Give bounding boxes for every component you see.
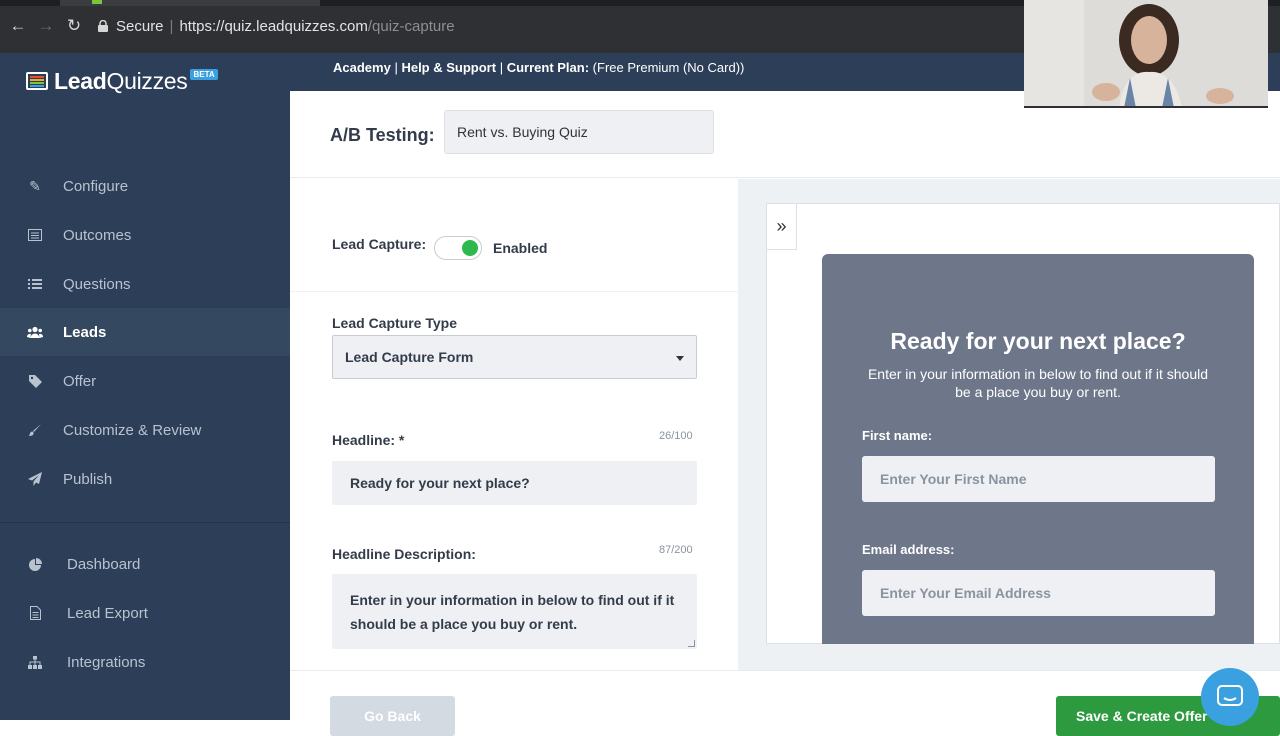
sidebar-item-publish[interactable]: Publish xyxy=(0,455,290,503)
sidebar-item-label: Leads xyxy=(63,323,107,341)
lead-capture-settings: Lead Capture: Enabled Lead Capture Type … xyxy=(290,179,738,670)
sidebar-item-customize-review[interactable]: Customize & Review xyxy=(0,406,290,454)
tab-favicon-icon xyxy=(92,0,102,4)
ab-testing-select[interactable]: Rent vs. Buying Quiz xyxy=(444,110,714,154)
preview-email-input[interactable]: Enter Your Email Address xyxy=(862,570,1215,616)
preview-first-name-input[interactable]: Enter Your First Name xyxy=(862,456,1215,502)
sidebar-item-lead-export[interactable]: Lead Export xyxy=(0,589,290,637)
tag-icon xyxy=(27,373,43,389)
sidebar-item-label: Customize & Review xyxy=(63,421,202,439)
current-plan-value[interactable]: (Free Premium (No Card)) xyxy=(593,60,745,75)
preview-title: Ready for your next place? xyxy=(890,328,1186,354)
lead-capture-type-label: Lead Capture Type xyxy=(332,315,457,331)
current-plan-label: Current Plan: xyxy=(506,60,590,75)
preview-first-name-label: First name: xyxy=(862,428,933,443)
presenter-video-frame xyxy=(1024,0,1268,106)
users-icon xyxy=(27,324,43,340)
headline-input[interactable]: Ready for your next place? xyxy=(332,461,697,505)
sitemap-icon xyxy=(27,654,43,670)
leadquizzes-logo[interactable]: LeadQuizzes BETA xyxy=(26,68,218,94)
toggle-knob xyxy=(462,240,478,256)
address-bar[interactable]: Secure | https://quiz.leadquizzes.com/quiz… xyxy=(98,14,1028,40)
preview-frame: » Ready for your next place? Enter in yo… xyxy=(766,203,1280,644)
lead-capture-type-value: Lead Capture Form xyxy=(345,349,474,365)
url-path: /quiz-capture xyxy=(367,18,455,35)
headline-char-counter: 26/100 xyxy=(659,430,693,442)
sidebar-divider xyxy=(0,522,290,523)
sidebar-item-questions[interactable]: Questions xyxy=(0,260,290,308)
sidebar: LeadQuizzes BETA ✎ Configure Outcomes Qu… xyxy=(0,53,290,720)
sidebar-item-label: Integrations xyxy=(67,653,146,671)
main-content: A/B Testing: Rent vs. Buying Quiz Lead C… xyxy=(290,91,1280,736)
secure-label: Secure xyxy=(116,18,164,35)
logo-text: LeadQuizzes xyxy=(54,67,188,94)
preview-panel: » Ready for your next place? Enter in yo… xyxy=(738,179,1280,670)
sidebar-item-dashboard[interactable]: Dashboard xyxy=(0,540,290,588)
headline-description-value: Enter in your information in below to fi… xyxy=(350,592,675,632)
lead-capture-type-select[interactable]: Lead Capture Form xyxy=(332,335,697,379)
webcam-video-overlay xyxy=(1024,0,1268,108)
sidebar-item-label: Configure xyxy=(63,177,129,195)
reload-icon[interactable]: ↻ xyxy=(64,16,84,36)
headline-description-label: Headline Description: xyxy=(332,546,476,562)
forward-arrow-icon[interactable]: → xyxy=(36,16,56,36)
sidebar-item-label: Dashboard xyxy=(67,555,141,573)
url-host: https://quiz.leadquizzes.com xyxy=(179,18,368,35)
go-back-button[interactable]: Go Back xyxy=(330,696,455,736)
address-separator: | xyxy=(169,18,174,35)
back-arrow-icon[interactable]: ← xyxy=(8,16,28,36)
sidebar-item-integrations[interactable]: Integrations xyxy=(0,638,290,686)
topbar-separator: | xyxy=(499,60,504,75)
resize-grip-icon[interactable] xyxy=(688,640,695,647)
lead-capture-toggle-row: Lead Capture: Enabled xyxy=(290,179,738,292)
lead-capture-toggle[interactable] xyxy=(434,236,482,260)
preview-email-label: Email address: xyxy=(862,542,955,557)
pie-chart-icon xyxy=(27,556,43,572)
list-alt-icon xyxy=(27,227,43,243)
sidebar-item-label: Questions xyxy=(63,275,131,293)
beta-badge: BETA xyxy=(190,68,218,80)
headline-description-textarea[interactable]: Enter in your information in below to fi… xyxy=(332,574,697,649)
edit-icon: ✎ xyxy=(29,177,41,194)
preview-description: Enter in your information in below to fi… xyxy=(867,366,1209,400)
help-support-link[interactable]: Help & Support xyxy=(401,60,496,75)
sidebar-item-label: Publish xyxy=(63,470,113,488)
sidebar-item-configure[interactable]: ✎ Configure xyxy=(0,162,290,210)
caret-down-icon xyxy=(676,356,684,361)
collapse-preview-button[interactable]: » xyxy=(767,204,797,250)
logo-mark-icon xyxy=(26,72,48,90)
lock-icon xyxy=(98,20,108,32)
chat-icon xyxy=(1217,685,1243,706)
paintbrush-icon xyxy=(27,422,43,438)
list-icon xyxy=(27,276,43,292)
lead-capture-label: Lead Capture: xyxy=(332,236,427,252)
sidebar-item-label: Offer xyxy=(63,372,97,390)
topbar-separator: | xyxy=(394,60,398,75)
form-footer: Go Back Save & Create Offer xyxy=(290,670,1280,736)
sidebar-item-label: Lead Export xyxy=(67,604,148,622)
lead-capture-status: Enabled xyxy=(493,240,548,256)
headline-label: Headline: * xyxy=(332,432,405,448)
sidebar-item-offer[interactable]: Offer xyxy=(0,357,290,405)
academy-link[interactable]: Academy xyxy=(333,60,391,75)
file-icon xyxy=(27,605,43,621)
ab-testing-label: A/B Testing: xyxy=(330,125,435,145)
lead-form-preview: Ready for your next place? Enter in your… xyxy=(822,254,1254,644)
sidebar-item-leads[interactable]: Leads xyxy=(0,308,290,356)
sidebar-item-outcomes[interactable]: Outcomes xyxy=(0,211,290,259)
sidebar-item-label: Outcomes xyxy=(63,226,132,244)
description-char-counter: 87/200 xyxy=(659,544,693,556)
paper-plane-icon xyxy=(27,471,43,487)
chat-launcher-button[interactable] xyxy=(1201,668,1259,726)
